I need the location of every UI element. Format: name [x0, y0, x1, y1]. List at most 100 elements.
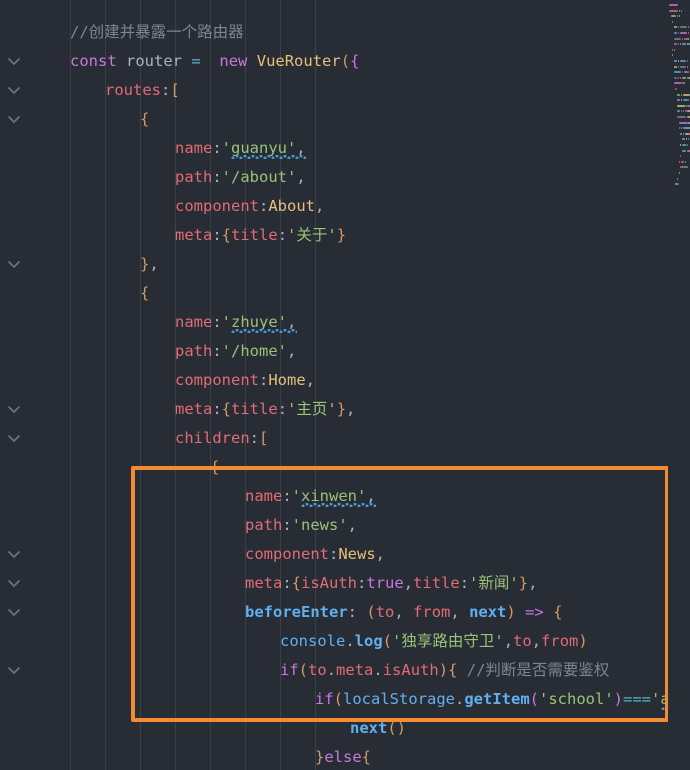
- minimap-line: [680, 76, 682, 79]
- minimap-line: [672, 54, 674, 57]
- minimap-line: [680, 166, 684, 169]
- minimap-line: [677, 116, 686, 118]
- minimap-line: [680, 43, 682, 46]
- code-line[interactable]: path:'news',: [245, 511, 357, 540]
- minimap-line: [672, 20, 674, 23]
- minimap-line: [674, 48, 676, 51]
- minimap-line: [678, 76, 680, 79]
- minimap-line: [687, 32, 689, 34]
- minimap-line: [673, 32, 678, 34]
- minimap-line: [688, 138, 690, 141]
- minimap-line: [684, 160, 686, 163]
- code-line[interactable]: component:About,: [175, 192, 324, 221]
- minimap-line: [688, 104, 690, 107]
- minimap-line: [688, 76, 690, 79]
- minimap-line: [680, 26, 687, 29]
- code-line[interactable]: //创建并暴露一个路由器: [70, 18, 244, 47]
- code-line[interactable]: const router = new VueRouter({: [70, 47, 359, 76]
- minimap-line: [686, 65, 688, 68]
- minimap-line: [669, 4, 678, 6]
- minimap-line: [669, 9, 678, 12]
- code-line[interactable]: path:'/home',: [175, 337, 296, 366]
- minimap-line: [680, 65, 686, 68]
- minimap-line: [678, 32, 680, 34]
- minimap-line: [688, 121, 690, 124]
- minimap-line: [686, 138, 688, 141]
- minimap-line: [677, 110, 681, 113]
- code-line[interactable]: component:News,: [245, 540, 385, 569]
- code-line[interactable]: beforeEnter: (to, from, next) => {: [245, 598, 562, 627]
- minimap-line: [678, 127, 681, 130]
- code-line[interactable]: {: [140, 279, 149, 308]
- minimap-line: [670, 15, 676, 18]
- minimap-line: [673, 43, 678, 46]
- minimap-line: [678, 121, 688, 124]
- code-content[interactable]: //创建并暴露一个路由器 const router = new VueRouter…: [0, 0, 668, 770]
- minimap-line: [675, 88, 677, 90]
- minimap-line: [682, 76, 687, 79]
- code-line[interactable]: children:[: [175, 424, 268, 453]
- code-line[interactable]: console.log('独享路由守卫',to,from): [280, 627, 588, 656]
- code-line[interactable]: routes:[: [105, 76, 180, 105]
- minimap-line: [673, 65, 678, 68]
- minimap-line: [677, 93, 681, 96]
- code-line[interactable]: meta:{title:'关于'}: [175, 221, 346, 250]
- minimap-line: [680, 9, 682, 12]
- spellcheck-squiggle: [301, 503, 376, 507]
- minimap-line: [683, 110, 685, 113]
- minimap-line: [680, 60, 686, 62]
- minimap-line: [688, 37, 690, 40]
- minimap-line: [686, 166, 688, 169]
- minimap-line: [673, 37, 682, 40]
- minimap-line: [682, 37, 684, 40]
- minimap-line: [680, 144, 682, 146]
- minimap-line: [682, 132, 684, 135]
- minimap-line: [688, 110, 690, 113]
- minimap-line: [673, 60, 678, 62]
- code-editor[interactable]: //创建并暴露一个路由器 const router = new VueRouter…: [0, 0, 690, 770]
- minimap-line: [678, 160, 680, 163]
- code-line[interactable]: path:'/about',: [175, 163, 306, 192]
- code-line[interactable]: next(): [350, 714, 406, 743]
- code-line[interactable]: }else{: [315, 743, 371, 770]
- minimap-line: [672, 48, 674, 51]
- spellcheck-squiggle: [660, 706, 668, 710]
- minimap-line: [680, 132, 682, 135]
- minimap-line: [673, 82, 681, 85]
- minimap-line: [686, 60, 688, 62]
- minimap-line: [678, 15, 680, 18]
- minimap-line: [682, 71, 684, 74]
- minimap-line: [688, 71, 690, 74]
- minimap-line: [681, 99, 683, 102]
- minimap-line: [675, 183, 677, 186]
- minimap-line: [678, 65, 680, 68]
- minimap-line: [681, 82, 683, 85]
- editor-minimap[interactable]: [668, 0, 690, 770]
- minimap-line: [687, 26, 689, 29]
- minimap-line: [685, 104, 687, 107]
- code-line[interactable]: meta:{title:'主页'},: [175, 395, 355, 424]
- minimap-line: [677, 104, 685, 107]
- minimap-line: [682, 144, 686, 146]
- code-line[interactable]: if(to.meta.isAuth){ //判断是否需要鉴权: [280, 656, 609, 685]
- spellcheck-squiggle: [231, 155, 306, 159]
- code-line[interactable]: if(localStorage.getItem('school')==='atg…: [315, 685, 668, 714]
- minimap-line: [688, 99, 690, 102]
- minimap-line: [677, 177, 679, 180]
- minimap-line: [681, 127, 683, 130]
- minimap-line: [673, 71, 682, 74]
- code-line[interactable]: meta:{isAuth:true,title:'新闻'},: [245, 569, 537, 598]
- code-line[interactable]: component:Home,: [175, 366, 315, 395]
- minimap-line: [678, 60, 680, 62]
- minimap-line: [684, 166, 686, 169]
- minimap-line: [678, 172, 680, 174]
- code-line[interactable]: {: [140, 105, 149, 134]
- minimap-line: [680, 160, 684, 163]
- minimap-line: [683, 82, 685, 85]
- minimap-line: [681, 138, 686, 141]
- code-line[interactable]: {: [210, 453, 219, 482]
- minimap-line: [681, 149, 687, 152]
- minimap-line: [688, 93, 690, 96]
- minimap-line: [677, 183, 679, 186]
- code-line[interactable]: },: [140, 250, 159, 279]
